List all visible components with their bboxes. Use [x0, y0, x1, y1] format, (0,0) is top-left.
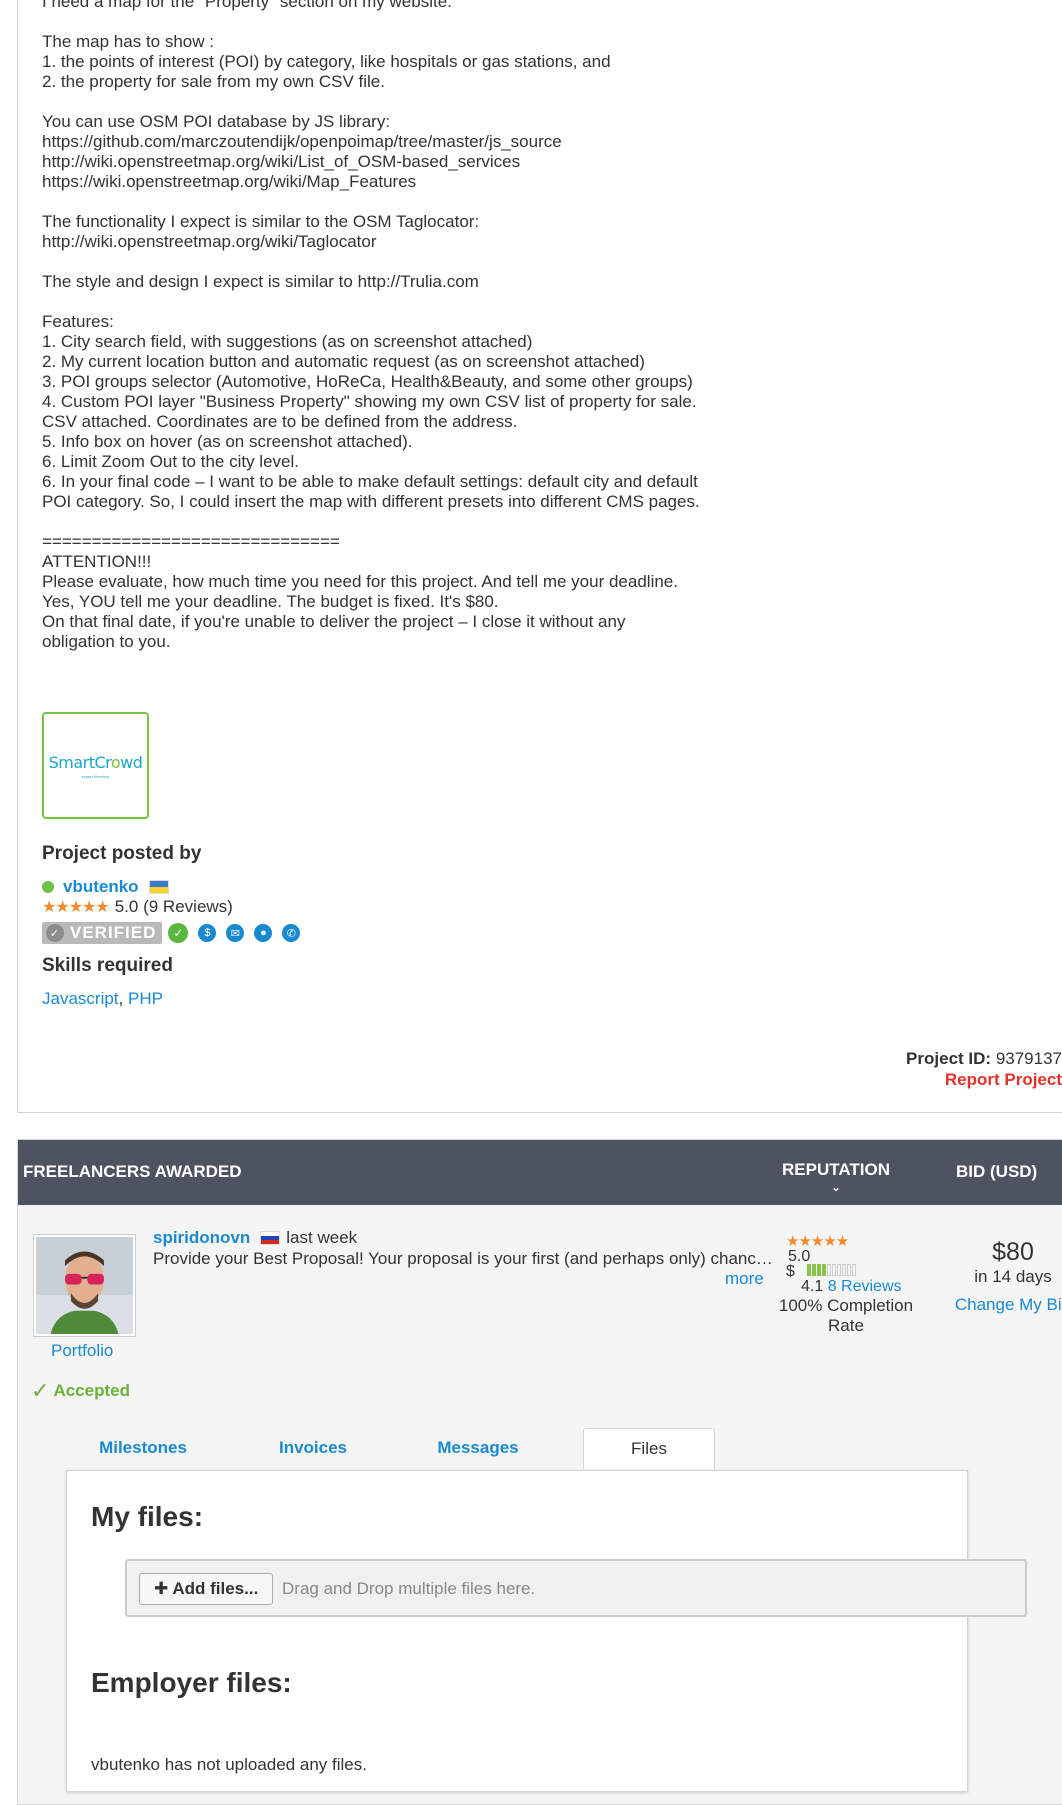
earnings-meter-segment: [812, 1264, 817, 1276]
earnings-meter-segment: [822, 1264, 827, 1276]
freelancers-awarded-panel: FREELANCERS AWARDED REPUTATION ⌄ BID (US…: [17, 1139, 1062, 1805]
files-panel: My files: ✚ Add files... Drag and Drop m…: [66, 1470, 1027, 1792]
ukraine-flag-icon: [148, 880, 169, 894]
my-files-heading: My files:: [91, 1501, 204, 1532]
check-icon: ✓: [31, 1378, 50, 1403]
poster-reviews: (9 Reviews): [143, 897, 233, 916]
tab-messages[interactable]: Messages: [413, 1428, 543, 1468]
bid-amount: $80: [992, 1238, 1034, 1266]
earnings-meter-segment: [847, 1264, 852, 1276]
project-id-value: 9379137: [995, 1049, 1062, 1068]
rating-stars-icon: ★★★★★: [42, 899, 110, 916]
reviews-link[interactable]: 8 Reviews: [828, 1278, 902, 1295]
earnings-score: 4.1: [801, 1278, 824, 1296]
russia-flag-icon: [260, 1231, 281, 1245]
verified-badge[interactable]: ✓ VERIFIED: [42, 922, 163, 944]
header-bid: BID (USD): [956, 1162, 1038, 1181]
identity-verified-icon[interactable]: ✓: [168, 923, 189, 943]
header-reputation[interactable]: REPUTATION ⌄: [781, 1160, 891, 1194]
poster-rating-value: 5.0: [114, 897, 139, 916]
bidder-reputation: ★★★★★ 5.0 $ 4.1 8 Reviews 100% Completio…: [779, 1232, 916, 1336]
smartcrowd-logo: SmartCrowd: [48, 752, 143, 772]
bid-info: $80 in 14 days Change My Bid: [928, 1238, 1062, 1315]
skill-link-javascript[interactable]: Javascript: [42, 989, 119, 1008]
earnings-meter-segment: [807, 1264, 812, 1276]
chevron-down-icon: ⌄: [830, 1180, 842, 1194]
tab-invoices[interactable]: Invoices: [253, 1428, 373, 1468]
bidder-info: spiridonovn last week: [153, 1228, 357, 1248]
currency-symbol: $: [786, 1263, 795, 1281]
tab-milestones[interactable]: Milestones: [73, 1428, 213, 1468]
skill-link-php[interactable]: PHP: [128, 989, 163, 1008]
bid-duration: in 14 days: [974, 1267, 1052, 1286]
employer-files-empty: vbutenko has not uploaded any files.: [91, 1755, 367, 1774]
poster-username-link[interactable]: vbutenko: [63, 877, 139, 897]
email-verified-icon[interactable]: ✉: [226, 924, 245, 942]
poster-rating: ★★★★★ 5.0 (9 Reviews): [42, 897, 233, 917]
project-tabs: Milestones Invoices Messages Files: [73, 1428, 973, 1469]
skills-list: Javascript, PHP: [42, 989, 163, 1008]
plus-icon: ✚: [154, 1579, 169, 1598]
earnings-meter-segment: [827, 1264, 832, 1276]
profile-verified-icon[interactable]: ●: [254, 924, 273, 942]
accepted-status: ✓ Accepted: [31, 1378, 130, 1403]
skills-heading: Skills required: [42, 955, 173, 976]
bid-time: last week: [286, 1228, 358, 1247]
more-link[interactable]: more: [725, 1269, 764, 1289]
add-files-button[interactable]: ✚ Add files...: [139, 1573, 274, 1605]
earnings-meter-segment: [852, 1264, 857, 1276]
portfolio-link[interactable]: Portfolio: [51, 1341, 113, 1361]
header-freelancers: FREELANCERS AWARDED: [23, 1162, 242, 1181]
proposal-text: Provide your Best Proposal! Your proposa…: [153, 1249, 773, 1268]
earnings-meter-segment: [837, 1264, 842, 1276]
completion-rate: 100% Completion Rate: [778, 1296, 914, 1336]
phone-verified-icon[interactable]: ✆: [282, 924, 301, 942]
bidder-username-link[interactable]: spiridonovn: [153, 1228, 250, 1248]
earnings-meter-segment: [817, 1264, 822, 1276]
awarded-table-header: FREELANCERS AWARDED REPUTATION ⌄ BID (US…: [18, 1140, 1062, 1205]
avatar[interactable]: [33, 1234, 136, 1337]
earnings-meter-segment: [832, 1264, 837, 1276]
project-description: I need a map for the "Property" section …: [42, 0, 700, 651]
verified-check-icon: ✓: [46, 924, 64, 942]
verification-badges: ✓ VERIFIED ✓ $ ✉ ● ✆: [42, 922, 301, 944]
logo-subtitle: expert directory: [81, 773, 110, 779]
drop-hint: Drag and Drop multiple files here.: [282, 1579, 536, 1598]
tab-files[interactable]: Files: [583, 1428, 715, 1469]
earnings-meter-segment: [842, 1264, 847, 1276]
report-project-link[interactable]: Report Project: [945, 1070, 1062, 1090]
avatar-photo: [36, 1237, 133, 1334]
project-id-label: Project ID:: [906, 1049, 992, 1068]
posted-by-heading: Project posted by: [42, 843, 202, 864]
attachment-thumbnail[interactable]: SmartCrowd expert directory: [42, 712, 149, 819]
employer-files-heading: Employer files:: [91, 1667, 292, 1698]
project-id: Project ID: 9379137: [906, 1049, 1062, 1069]
change-bid-link[interactable]: Change My Bid: [928, 1295, 1062, 1315]
file-drop-zone[interactable]: ✚ Add files... Drag and Drop multiple fi…: [125, 1559, 1027, 1617]
poster-line: vbutenko: [42, 877, 169, 897]
online-status-icon: [42, 881, 54, 893]
payment-verified-icon[interactable]: $: [198, 924, 217, 942]
